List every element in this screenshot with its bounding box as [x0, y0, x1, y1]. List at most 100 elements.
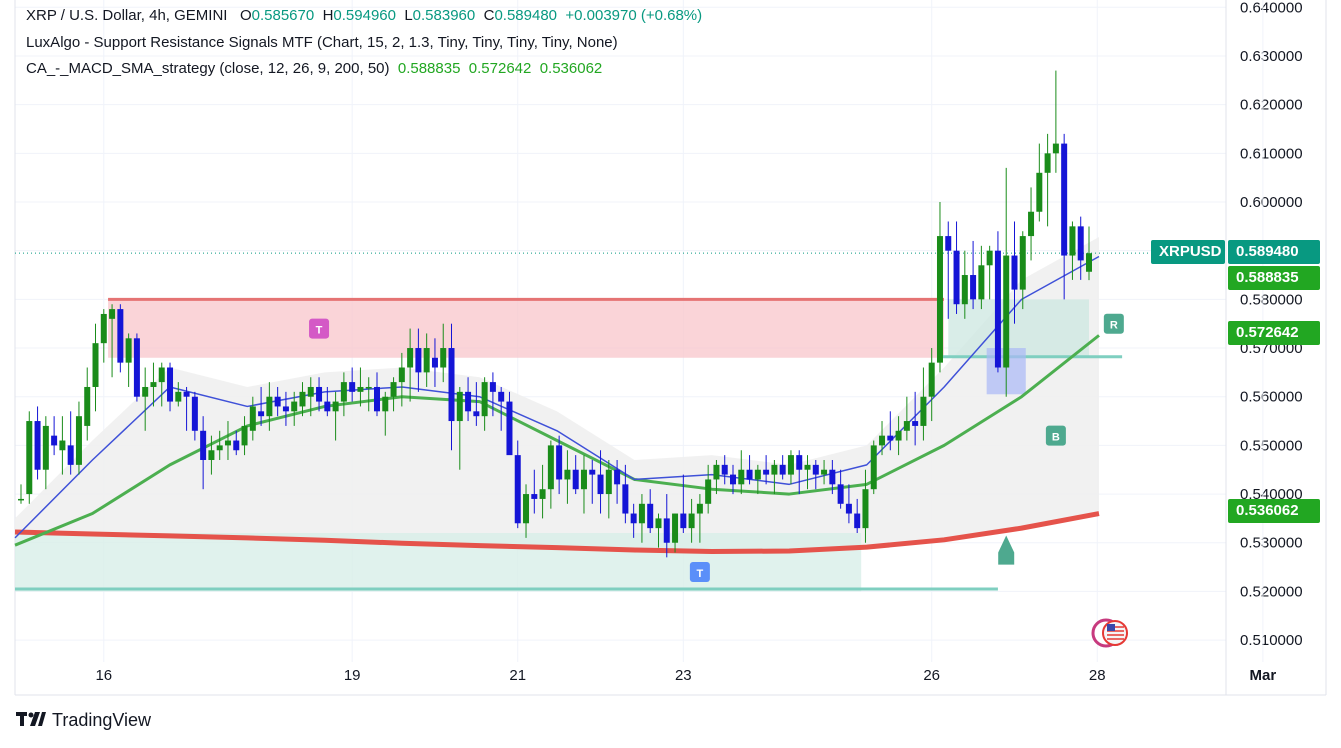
candle-body: [696, 503, 703, 514]
candle-body: [316, 386, 323, 402]
tradingview-logo[interactable]: TradingView: [16, 710, 151, 731]
y-tick-label: 0.630000: [1240, 48, 1303, 65]
candle-body: [539, 489, 546, 499]
candle-body: [109, 309, 116, 319]
candle-body: [332, 401, 339, 412]
resistance-zone: [108, 299, 944, 358]
marker-retest[interactable]: R: [1103, 313, 1124, 334]
high-label: H: [322, 7, 334, 24]
y-tick-label: 0.530000: [1240, 535, 1303, 552]
candle-body: [647, 503, 654, 529]
candle-body: [821, 469, 828, 475]
candle-body: [117, 309, 124, 363]
candle-body: [357, 386, 364, 392]
candle-body: [1044, 153, 1051, 173]
indicator-luxalgo-title: LuxAlgo - Support Resistance Signals MTF…: [26, 34, 618, 51]
candle-body: [125, 338, 132, 363]
candle-body: [1036, 172, 1043, 212]
candle-body: [680, 513, 687, 529]
candle-body: [804, 464, 811, 470]
indicator-legend-luxalgo[interactable]: LuxAlgo - Support Resistance Signals MTF…: [26, 33, 618, 53]
marker-label: R: [1110, 320, 1118, 332]
candle-body: [324, 401, 331, 412]
candle-body: [746, 469, 753, 480]
candlestick-chart[interactable]: 0.640000 0.630000 0.620000 0.610000 0.600000…: [0, 0, 1341, 748]
candle-body: [431, 357, 438, 368]
candle-body: [523, 494, 530, 524]
sma-short-price-tag: 0.588835: [1228, 266, 1320, 290]
candle-body: [945, 236, 952, 251]
candle-body: [829, 469, 836, 485]
candle-body: [258, 411, 265, 417]
chart-area[interactable]: 0.640000 0.630000 0.620000 0.610000 0.600000…: [0, 0, 1341, 748]
candle-body: [191, 396, 198, 431]
candle-body: [291, 401, 298, 412]
candle-body: [994, 250, 1001, 368]
candle-body: [233, 440, 240, 451]
candle-body: [1052, 143, 1059, 154]
candle-body: [936, 236, 943, 363]
candle-body: [100, 313, 107, 344]
candle-body: [970, 275, 977, 300]
candle-body: [498, 391, 505, 402]
x-tick-label: 16: [95, 667, 112, 684]
sma-long-price-tag: 0.536062: [1228, 499, 1320, 523]
close-value: 0.589480: [494, 7, 558, 24]
candle-body: [605, 469, 612, 495]
candle-body: [133, 338, 140, 397]
candle-body: [200, 430, 207, 460]
candle-body: [779, 464, 786, 475]
candle-body: [448, 348, 455, 422]
candle-body: [150, 382, 157, 387]
candle-body: [407, 348, 414, 368]
candle-body: [34, 421, 41, 470]
candle-body: [67, 445, 74, 465]
candle-body: [415, 348, 422, 373]
low-label: L: [404, 7, 413, 24]
candle-body: [440, 348, 447, 368]
x-tick-label: 26: [923, 667, 940, 684]
candle-body: [655, 518, 662, 529]
candle-body: [266, 396, 273, 417]
symbol-price-label: XRPUSD: [1151, 240, 1225, 264]
indicator-legend-macd[interactable]: CA_-_MACD_SMA_strategy (close, 12, 26, 9…: [26, 59, 602, 79]
y-tick-label: 0.560000: [1240, 389, 1303, 406]
candle-body: [84, 386, 91, 426]
candle-body: [514, 455, 521, 524]
candle-body: [564, 469, 571, 480]
y-tick-label: 0.640000: [1240, 0, 1303, 16]
candle-body: [787, 455, 794, 475]
candle-body: [531, 494, 538, 499]
marker-resistance-touch[interactable]: T: [309, 318, 330, 339]
candle-body: [216, 445, 223, 451]
candle-body: [854, 513, 861, 529]
marker-label: B: [1052, 432, 1060, 444]
candle-body: [895, 430, 902, 441]
candle-body: [589, 469, 596, 475]
candle-body: [1028, 211, 1035, 237]
candle-body: [638, 503, 645, 524]
candle-body: [862, 489, 869, 529]
candle-body: [473, 411, 480, 417]
candle-body: [208, 450, 215, 460]
candle-body: [1077, 226, 1084, 261]
marker-label: T: [697, 568, 704, 580]
candle-body: [763, 469, 770, 475]
candle-body: [241, 425, 248, 446]
candle-body: [1011, 255, 1018, 290]
y-tick-label: 0.520000: [1240, 583, 1303, 600]
y-tick-label: 0.600000: [1240, 194, 1303, 211]
candle-body: [158, 367, 165, 383]
open-label: O: [239, 7, 252, 24]
marker-breakout[interactable]: B: [1045, 425, 1066, 446]
support-zone: [15, 533, 862, 592]
candle-body: [879, 435, 886, 446]
candle-body: [705, 479, 712, 504]
candle-body: [75, 416, 82, 465]
candle-body: [928, 362, 935, 397]
candle-body: [688, 513, 695, 529]
candle-body: [175, 391, 182, 402]
marker-support-touch[interactable]: T: [689, 561, 710, 582]
last-price-tag: 0.589480: [1228, 240, 1320, 264]
candle-body: [51, 435, 58, 446]
